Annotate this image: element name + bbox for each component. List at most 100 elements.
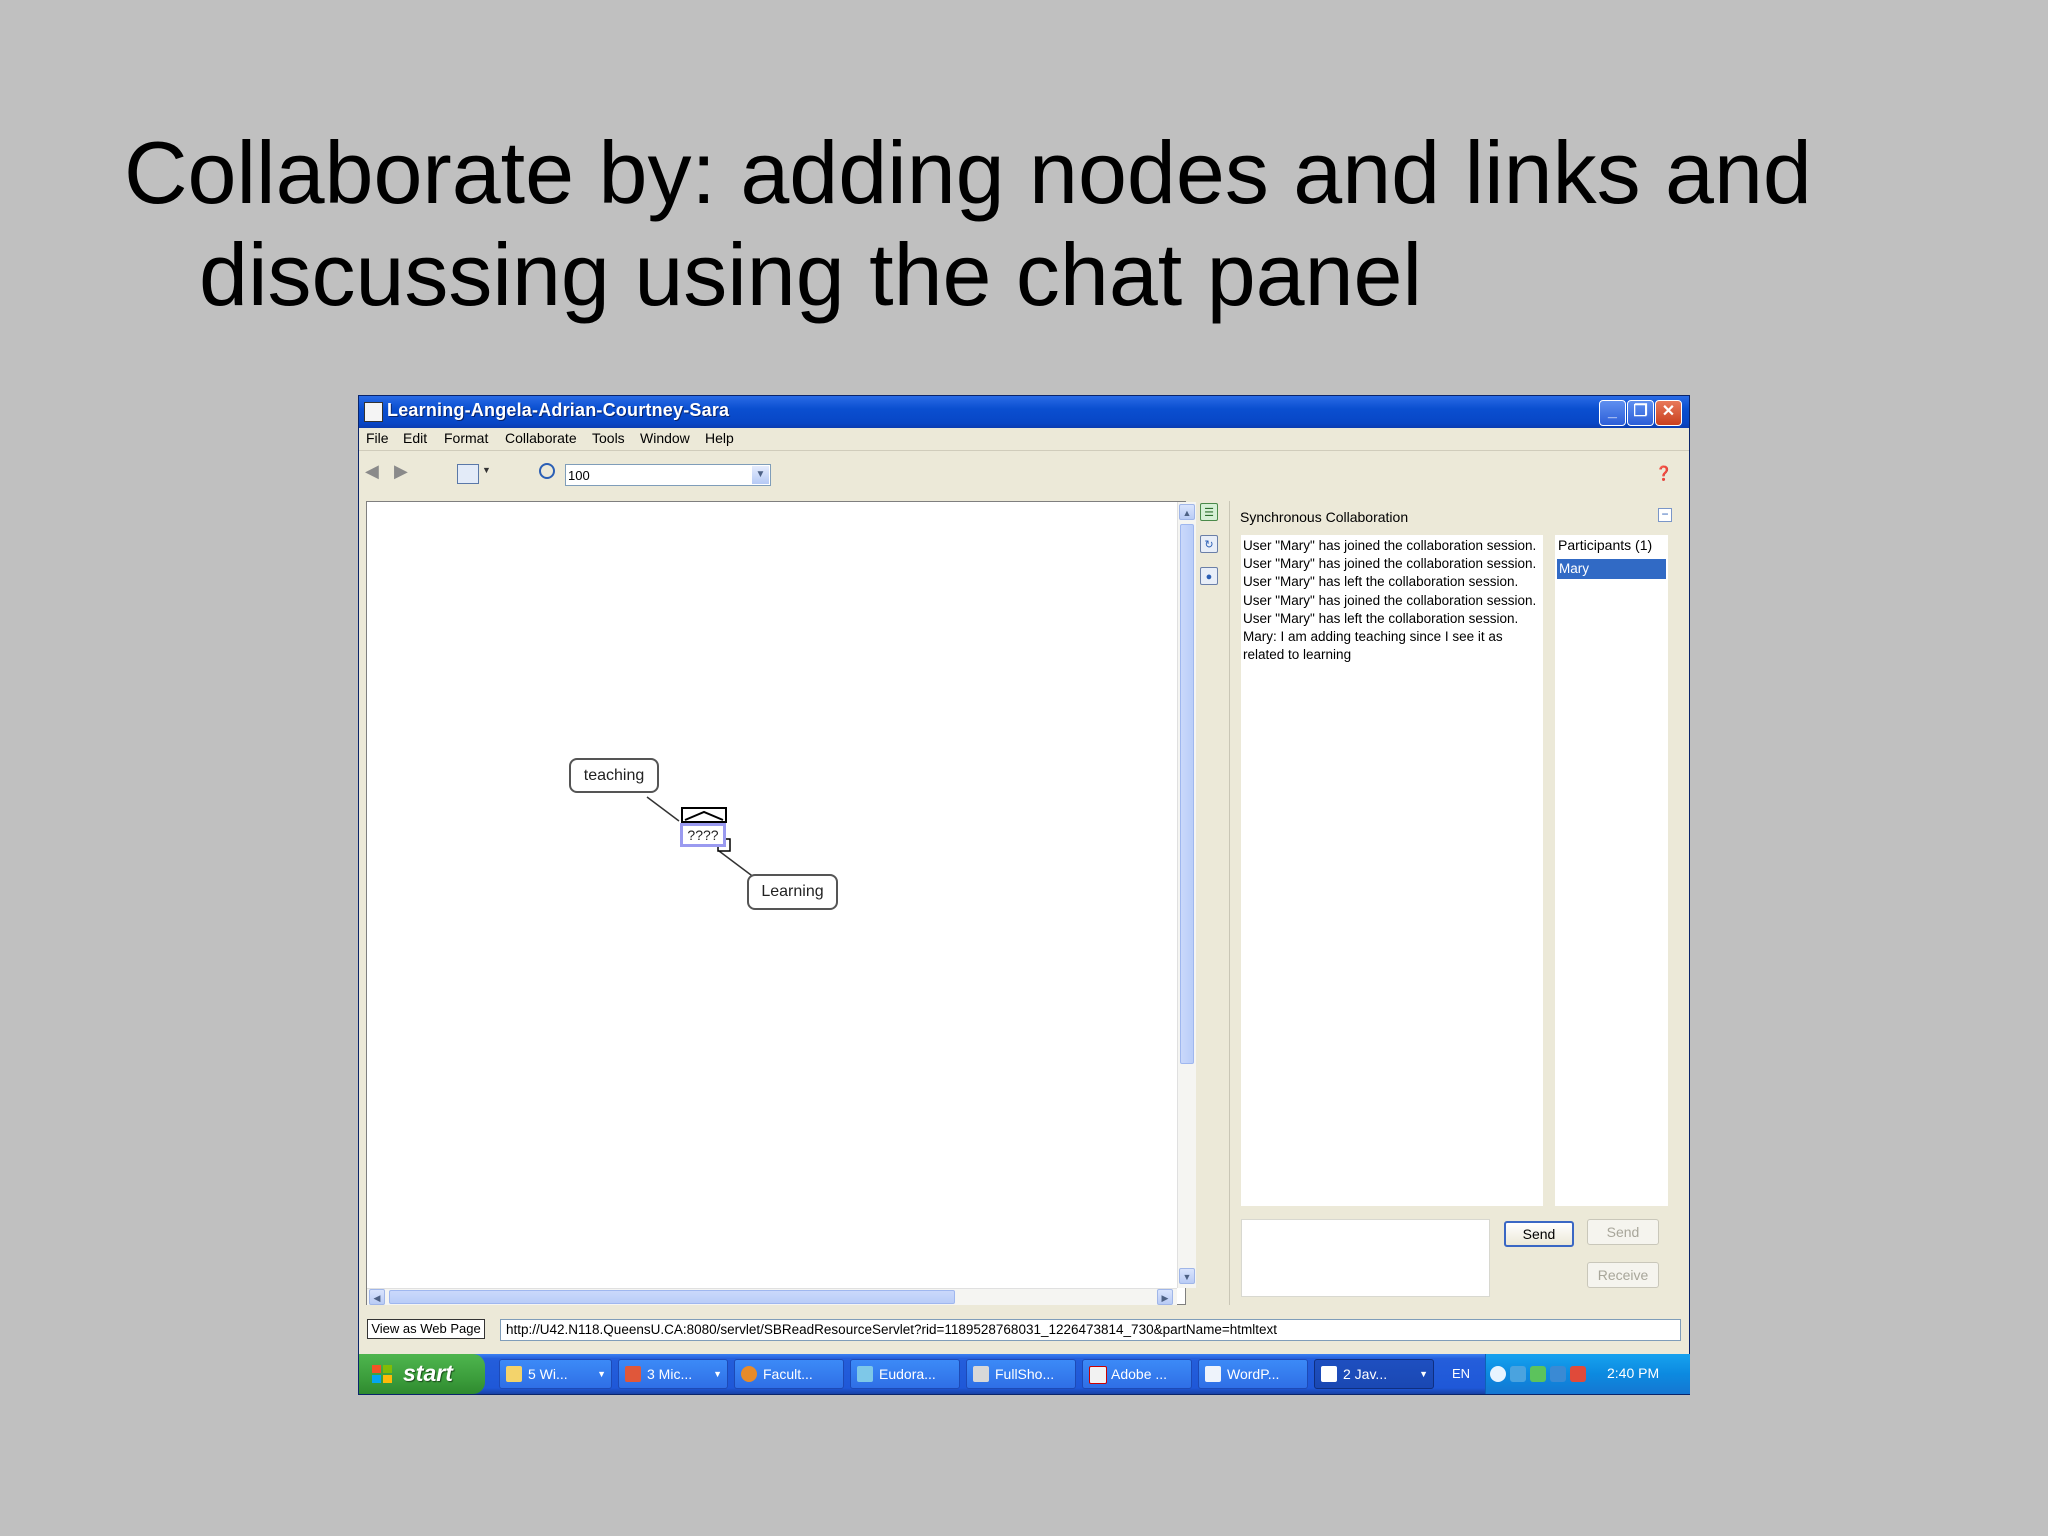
start-label: start bbox=[403, 1360, 453, 1386]
menu-collaborate[interactable]: Collaborate bbox=[505, 430, 577, 446]
menu-tools[interactable]: Tools bbox=[592, 430, 625, 446]
taskbar-label: FullSho... bbox=[995, 1366, 1055, 1382]
fullshot-icon bbox=[973, 1366, 989, 1382]
office-icon bbox=[625, 1366, 641, 1382]
scroll-left-icon[interactable]: ◀ bbox=[369, 1289, 385, 1305]
tray-security-icon[interactable] bbox=[1570, 1366, 1586, 1382]
slide-title-line-1: Collaborate by: adding nodes and links a… bbox=[124, 123, 1812, 222]
vertical-scrollbar[interactable]: ▲ ▼ bbox=[1177, 502, 1196, 1288]
menu-window[interactable]: Window bbox=[640, 430, 690, 446]
zoom-select[interactable]: ▼ bbox=[565, 464, 771, 486]
taskbar-label: Facult... bbox=[763, 1366, 813, 1382]
horizontal-scroll-thumb[interactable] bbox=[389, 1290, 955, 1304]
taskbar-button-java[interactable]: 2 Jav... ▼ bbox=[1314, 1359, 1434, 1389]
cmap-window: Learning-Angela-Adrian-Courtney-Sara _ ❐… bbox=[359, 396, 1690, 1394]
collaboration-panel: Synchronous Collaboration − User "Mary" … bbox=[1229, 501, 1677, 1305]
url-field[interactable]: http://U42.N118.QueensU.CA:8080/servlet/… bbox=[500, 1319, 1681, 1341]
firefox-icon bbox=[741, 1366, 757, 1382]
eudora-icon bbox=[857, 1366, 873, 1382]
slide-title: Collaborate by: adding nodes and links a… bbox=[124, 122, 1924, 326]
chat-message: Mary: I am adding teaching since I see i… bbox=[1243, 629, 1503, 663]
chat-message: User "Mary" has joined the collaboration… bbox=[1243, 556, 1537, 572]
system-tray: 2:40 PM bbox=[1485, 1354, 1690, 1394]
taskbar: start 5 Wi... ▼ 3 Mic... ▼ Facult... Eud… bbox=[359, 1354, 1690, 1394]
help-cursor-icon[interactable]: ❓ bbox=[1655, 465, 1673, 481]
slide-title-line-2: discussing using the chat panel bbox=[199, 225, 1423, 324]
window-title: Learning-Angela-Adrian-Courtney-Sara bbox=[387, 400, 730, 420]
map-canvas[interactable]: teaching ???? Learning ▲ ▼ ◀ ▶ bbox=[366, 501, 1196, 1305]
chat-message: User "Mary" has left the collaboration s… bbox=[1243, 574, 1519, 590]
send-disabled-button[interactable]: Send bbox=[1587, 1219, 1659, 1245]
status-bar: View as Web Page http://U42.N118.QueensU… bbox=[359, 1312, 1689, 1346]
chevron-down-icon: ▼ bbox=[1419, 1369, 1428, 1379]
tray-network-icon[interactable] bbox=[1510, 1366, 1526, 1382]
minimize-button[interactable]: _ bbox=[1599, 400, 1626, 426]
scroll-right-icon[interactable]: ▶ bbox=[1157, 1289, 1173, 1305]
adobe-icon bbox=[1089, 1366, 1107, 1384]
wordpad-icon bbox=[1205, 1366, 1221, 1382]
participants-list: Participants (1) Mary bbox=[1555, 535, 1668, 1206]
collaboration-title: Synchronous Collaboration bbox=[1240, 509, 1409, 525]
send-button[interactable]: Send bbox=[1504, 1221, 1574, 1247]
taskbar-label: 5 Wi... bbox=[528, 1366, 568, 1382]
zoom-input[interactable] bbox=[566, 465, 740, 485]
scroll-down-icon[interactable]: ▼ bbox=[1179, 1268, 1195, 1284]
clock: 2:40 PM bbox=[1607, 1365, 1660, 1381]
taskbar-label: 2 Jav... bbox=[1343, 1366, 1388, 1382]
receive-button[interactable]: Receive bbox=[1587, 1262, 1659, 1288]
taskbar-button-firefox[interactable]: Facult... bbox=[734, 1359, 844, 1389]
participant-item[interactable]: Mary bbox=[1557, 559, 1666, 579]
scroll-up-icon[interactable]: ▲ bbox=[1179, 504, 1195, 520]
taskbar-label: 3 Mic... bbox=[647, 1366, 693, 1382]
notes-icon[interactable]: ☰ bbox=[1200, 503, 1218, 521]
taskbar-button-folders[interactable]: 5 Wi... ▼ bbox=[499, 1359, 612, 1389]
chat-input[interactable] bbox=[1241, 1219, 1490, 1297]
concept-node-learning[interactable]: Learning bbox=[747, 874, 838, 910]
maximize-button[interactable]: ❐ bbox=[1627, 400, 1654, 426]
menu-format[interactable]: Format bbox=[444, 430, 488, 446]
chevron-down-icon[interactable]: ▼ bbox=[482, 465, 491, 475]
side-tool-strip: ☰ ↻ ● bbox=[1198, 501, 1220, 1301]
taskbar-button-office[interactable]: 3 Mic... ▼ bbox=[618, 1359, 728, 1389]
taskbar-button-eudora[interactable]: Eudora... bbox=[850, 1359, 960, 1389]
chat-log: User "Mary" has joined the collaboration… bbox=[1241, 535, 1543, 1206]
menu-file[interactable]: File bbox=[366, 430, 389, 446]
windows-logo-icon bbox=[372, 1365, 392, 1383]
tray-computer-icon[interactable] bbox=[1550, 1366, 1566, 1382]
zoom-dropdown-icon[interactable]: ▼ bbox=[752, 466, 769, 484]
start-button[interactable]: start bbox=[359, 1354, 485, 1394]
taskbar-label: WordP... bbox=[1227, 1366, 1280, 1382]
toolbar: ◀ ▶ ▼ ▼ ❓ bbox=[359, 451, 1689, 493]
taskbar-button-wordpad[interactable]: WordP... bbox=[1198, 1359, 1308, 1389]
view-as-web-page-button[interactable]: View as Web Page bbox=[367, 1319, 485, 1339]
collaboration-icon[interactable]: ↻ bbox=[1200, 535, 1218, 553]
forward-arrow-icon[interactable]: ▶ bbox=[394, 461, 408, 482]
linking-phrase[interactable]: ???? bbox=[680, 823, 726, 847]
taskbar-button-fullshot[interactable]: FullSho... bbox=[966, 1359, 1076, 1389]
cmap-app-icon bbox=[364, 402, 383, 422]
language-indicator[interactable]: EN bbox=[1452, 1366, 1470, 1381]
collapse-panel-button[interactable]: − bbox=[1658, 508, 1672, 522]
java-window-icon bbox=[1321, 1366, 1337, 1382]
taskbar-label: Adobe ... bbox=[1111, 1366, 1168, 1382]
menu-edit[interactable]: Edit bbox=[403, 430, 427, 446]
vertical-scroll-thumb[interactable] bbox=[1180, 524, 1194, 1064]
chevron-down-icon: ▼ bbox=[713, 1369, 722, 1379]
chat-message: User "Mary" has left the collaboration s… bbox=[1243, 610, 1519, 626]
close-button[interactable]: ✕ bbox=[1655, 400, 1682, 426]
tray-app-icon[interactable] bbox=[1530, 1366, 1546, 1382]
folder-icon bbox=[506, 1366, 522, 1382]
tray-expand-icon[interactable] bbox=[1490, 1366, 1506, 1382]
menu-help[interactable]: Help bbox=[705, 430, 734, 446]
discussion-icon[interactable]: ● bbox=[1200, 567, 1218, 585]
view-options-icon[interactable] bbox=[457, 464, 479, 484]
horizontal-scrollbar[interactable]: ◀ ▶ bbox=[367, 1288, 1177, 1305]
back-arrow-icon[interactable]: ◀ bbox=[365, 461, 379, 482]
window-titlebar[interactable]: Learning-Angela-Adrian-Courtney-Sara _ ❐… bbox=[359, 396, 1689, 428]
taskbar-button-adobe[interactable]: Adobe ... bbox=[1082, 1359, 1192, 1389]
concept-node-teaching[interactable]: teaching bbox=[569, 758, 659, 793]
chat-message: User "Mary" has joined the collaboration… bbox=[1243, 592, 1537, 608]
participants-header: Participants (1) bbox=[1558, 537, 1653, 553]
menu-bar: File Edit Format Collaborate Tools Windo… bbox=[359, 428, 1689, 451]
chat-message: User "Mary" has joined the collaboration… bbox=[1243, 538, 1537, 553]
